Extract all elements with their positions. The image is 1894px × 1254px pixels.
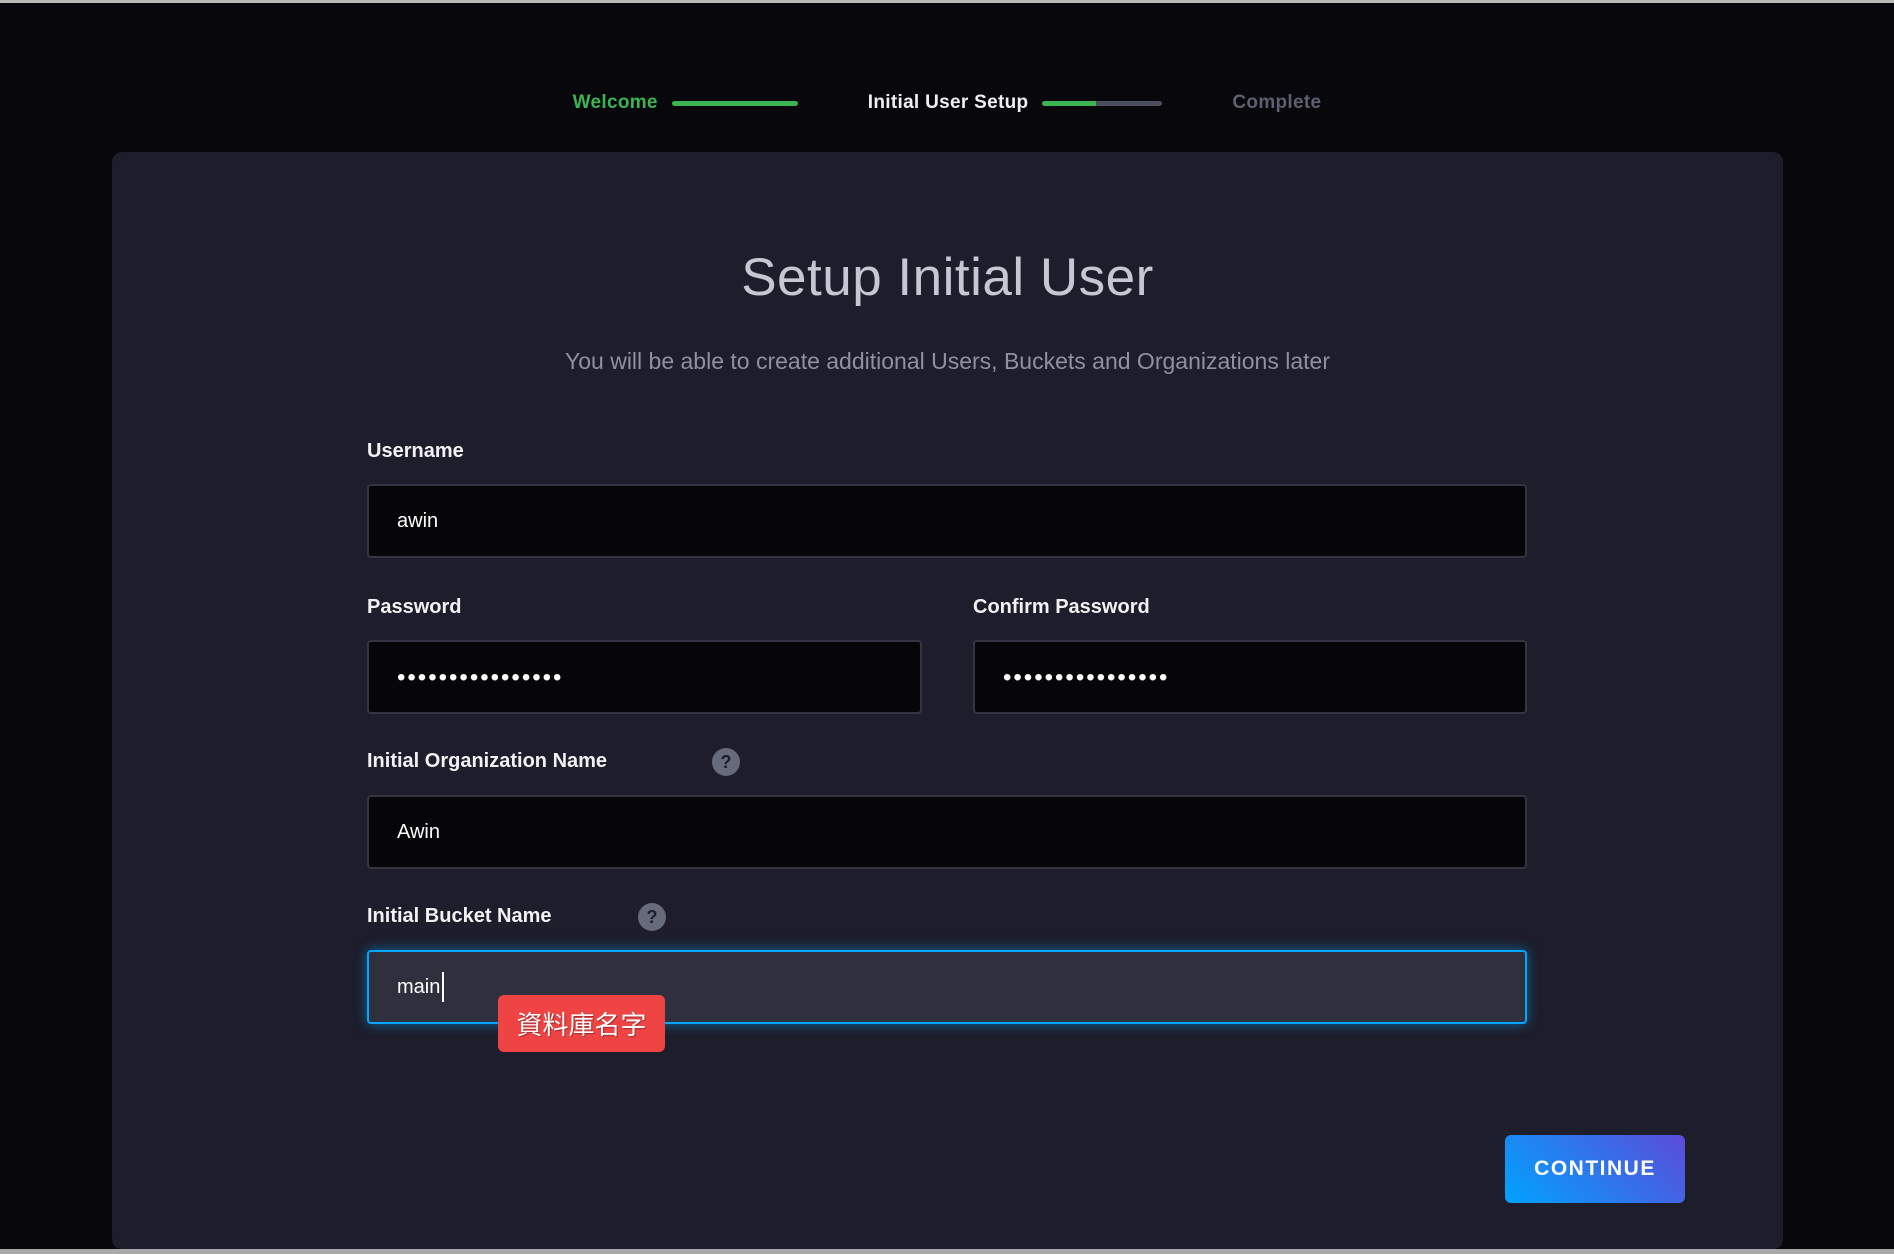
progress-stepper: Welcome Initial User Setup Complete bbox=[0, 84, 1894, 122]
page-title: Setup Initial User bbox=[112, 247, 1783, 308]
organization-help-icon[interactable]: ? bbox=[712, 748, 740, 776]
organization-input[interactable] bbox=[367, 795, 1527, 869]
onboarding-screen: Welcome Initial User Setup Complete Setu… bbox=[0, 0, 1894, 1254]
bucket-annotation-tooltip: 資料庫名字 bbox=[498, 995, 665, 1052]
bucket-input-value: main bbox=[397, 976, 440, 999]
password-label: Password bbox=[367, 596, 461, 619]
bucket-help-icon[interactable]: ? bbox=[638, 903, 666, 931]
step-connector-done bbox=[672, 101, 798, 106]
confirm-password-input[interactable] bbox=[973, 640, 1527, 714]
bucket-label: Initial Bucket Name bbox=[367, 905, 552, 928]
username-label: Username bbox=[367, 440, 464, 463]
organization-label: Initial Organization Name bbox=[367, 750, 607, 773]
step-connector-half bbox=[1042, 101, 1162, 106]
text-cursor bbox=[442, 972, 444, 1002]
bottom-edge-strip bbox=[0, 1249, 1894, 1254]
setup-card: Setup Initial User You will be able to c… bbox=[112, 152, 1783, 1249]
top-edge-strip bbox=[0, 0, 1894, 3]
password-input[interactable] bbox=[367, 640, 922, 714]
step-complete[interactable]: Complete bbox=[1232, 92, 1321, 114]
step-welcome[interactable]: Welcome bbox=[573, 92, 658, 114]
step-initial-user-setup[interactable]: Initial User Setup bbox=[868, 92, 1029, 114]
confirm-password-label: Confirm Password bbox=[973, 596, 1150, 619]
continue-button[interactable]: CONTINUE bbox=[1505, 1135, 1685, 1203]
username-input[interactable] bbox=[367, 484, 1527, 558]
page-subtitle: You will be able to create additional Us… bbox=[112, 348, 1783, 375]
